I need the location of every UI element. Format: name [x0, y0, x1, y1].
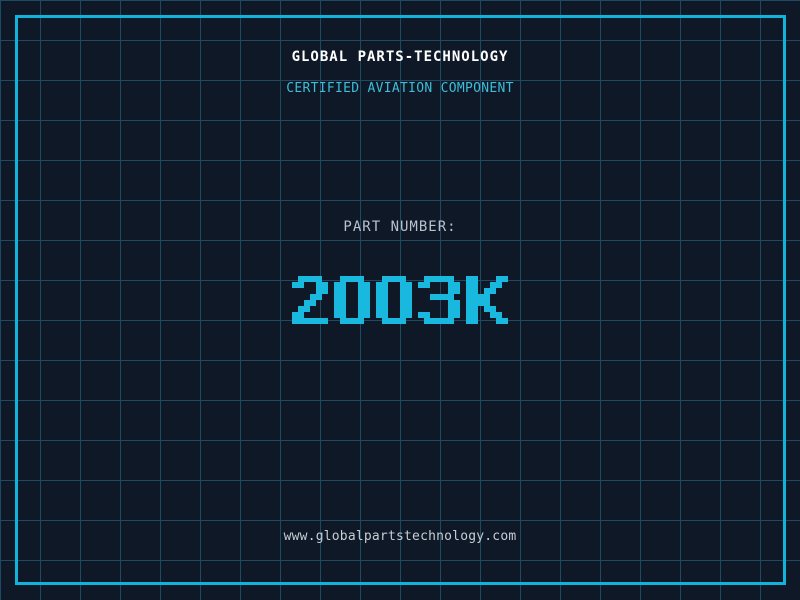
certification-subtitle: CERTIFIED AVIATION COMPONENT — [286, 81, 514, 96]
part-number-label: PART NUMBER: — [343, 219, 457, 235]
certificate-page: GLOBAL PARTS-TECHNOLOGY CERTIFIED AVIATI… — [0, 0, 800, 600]
part-number-value — [0, 276, 800, 324]
website-url: www.globalpartstechnology.com — [283, 529, 517, 544]
company-title: GLOBAL PARTS-TECHNOLOGY — [291, 49, 509, 65]
